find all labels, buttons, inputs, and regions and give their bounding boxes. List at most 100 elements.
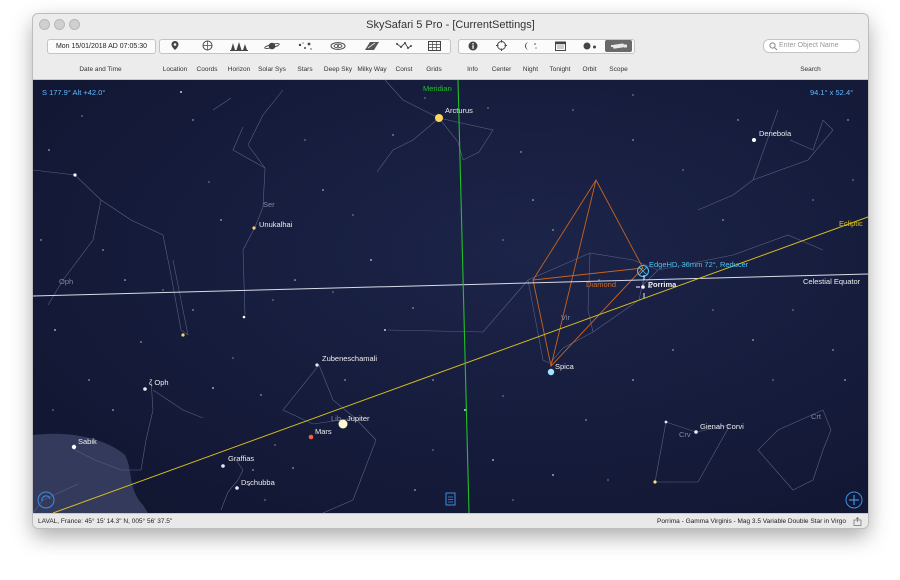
deep-sky-label: Deep Sky [323, 66, 353, 73]
status-bar: LAVAL, France: 45° 15' 14.3" N, 005° 56'… [33, 513, 868, 528]
stars-label: Stars [297, 66, 313, 73]
location-label: Location [162, 66, 188, 73]
toolbar: Mon 15/01/2018 AD 07:05:30 Date and Time… [33, 36, 868, 80]
celestial-equator-line [33, 273, 868, 297]
constellations-label: Const [395, 66, 413, 73]
milky-way-label: Milky Way [357, 66, 387, 73]
share-icon[interactable] [853, 517, 862, 526]
spica-star[interactable] [547, 368, 555, 376]
milky-way-button[interactable]: Milky Way [355, 36, 389, 79]
meridian-line [457, 80, 470, 513]
location-pin-icon [159, 40, 191, 51]
dschubba-label: Dschubba [241, 478, 275, 487]
constellation-icon [389, 40, 419, 51]
date-time-field[interactable]: Mon 15/01/2018 AD 07:05:30 [47, 39, 156, 54]
crt-constellation-label: Crt [811, 412, 821, 421]
horizon-button[interactable]: Horizon [223, 36, 255, 79]
zubeneschamali-star[interactable] [315, 363, 319, 367]
grids-label: Grids [426, 66, 442, 73]
coords-icon [191, 40, 223, 51]
sky-chart[interactable]: S 177.9° Alt +42.0° 94.1° x 52.4° Meridi… [33, 80, 868, 513]
grid-icon [419, 40, 449, 51]
tonight-button[interactable]: Tonight [545, 36, 575, 79]
window-title: SkySafari 5 Pro - [CurrentSettings] [366, 19, 535, 31]
info-label: Info [467, 66, 478, 73]
unukalhai-star[interactable] [252, 226, 256, 230]
constellation-lines [33, 80, 834, 513]
info-icon [458, 40, 487, 51]
arcturus-star[interactable] [435, 114, 443, 122]
info-button[interactable]: Info [458, 36, 487, 79]
porrima-label: Porrima [648, 280, 677, 289]
coords-button[interactable]: Coords [191, 36, 223, 79]
moon-icon [516, 40, 545, 51]
horizon-label: Horizon [227, 66, 251, 73]
ecliptic-label: Ecliptic [839, 219, 863, 228]
graffias-star[interactable] [221, 464, 225, 468]
close-window-button[interactable] [39, 19, 50, 30]
zubeneschamali-label: Zubeneschamali [322, 354, 378, 363]
celestial-equator-label: Celestial Equator [803, 277, 861, 286]
oph-star [73, 173, 77, 177]
calendar-icon [545, 40, 575, 51]
corvus-star-2 [653, 480, 657, 484]
denebola-label: Denebola [759, 129, 792, 138]
night-button[interactable]: Night [516, 36, 545, 79]
named-stars [71, 114, 756, 490]
background-stars [40, 91, 854, 501]
sabik-star[interactable] [71, 444, 77, 450]
zeta-oph-star[interactable] [143, 387, 147, 391]
corvus-star [664, 420, 668, 424]
sabik-label: Sabik [78, 437, 97, 446]
unukalhai-label: Unukalhai [259, 220, 293, 229]
zoom-in-button[interactable] [845, 491, 863, 509]
porrima-star[interactable] [641, 285, 645, 289]
orbit-label: Orbit [582, 66, 597, 73]
diamond-label: Diamond [586, 280, 617, 289]
zeta-oph-label: ζ Oph [149, 378, 169, 387]
diamond-asterism [532, 179, 644, 367]
dschubba-star[interactable] [235, 486, 239, 490]
search-label: Search [800, 66, 821, 73]
coords-label: Coords [196, 66, 218, 73]
stars-icon [289, 40, 321, 51]
ser-constellation-label: Ser [263, 200, 275, 209]
location-status: LAVAL, France: 45° 15' 14.3" N, 005° 56'… [38, 518, 173, 525]
constellations-button[interactable]: Const [389, 36, 419, 79]
date-time-label: Date and Time [79, 66, 122, 73]
gienah-corvi-star[interactable] [694, 430, 698, 434]
scope-button[interactable]: Scope [604, 36, 633, 79]
lib-constellation-label: Lib [331, 414, 342, 423]
app-window: SkySafari 5 Pro - [CurrentSettings] Mon … [33, 14, 868, 528]
search-input[interactable]: Enter Object Name [779, 40, 839, 52]
document-icon[interactable] [445, 492, 456, 506]
grids-button[interactable]: Grids [419, 36, 449, 79]
search-icon [769, 41, 778, 50]
milky-way-icon [355, 40, 389, 51]
title-bar: SkySafari 5 Pro - [CurrentSettings] [33, 14, 868, 36]
oph-star-2 [181, 333, 185, 337]
zoom-window-button[interactable] [69, 19, 80, 30]
orientation-readout: S 177.9° Alt +42.0° [42, 88, 106, 97]
vir-constellation-label: Vir [561, 313, 571, 322]
center-button[interactable]: Center [487, 36, 516, 79]
minimize-window-button[interactable] [54, 19, 65, 30]
horizon-trees-icon [223, 40, 255, 51]
orbit-button[interactable]: Orbit [575, 36, 604, 79]
deep-sky-button[interactable]: Deep Sky [321, 36, 355, 79]
jupiter-label: Jupiter [347, 414, 370, 423]
location-button[interactable]: Location [159, 36, 191, 79]
stars-button[interactable]: Stars [289, 36, 321, 79]
scope-fov-label: EdgeHD, 36mm 72°, Reducer [649, 260, 749, 269]
mars-planet[interactable] [308, 434, 314, 440]
denebola-star[interactable] [752, 138, 756, 142]
crv-constellation-label: Crv [679, 430, 691, 439]
search-field[interactable]: Enter Object Name [763, 39, 860, 53]
oph-constellation-label: Oph [59, 277, 74, 286]
solar-system-label: Solar Sys [258, 66, 286, 73]
ser-star [242, 315, 246, 319]
gienah-corvi-label: Gienah Corvi [700, 422, 744, 431]
solar-system-button[interactable]: Solar Sys [255, 36, 289, 79]
sky-chart-canvas [33, 80, 868, 513]
scope-label: Scope [609, 66, 628, 73]
